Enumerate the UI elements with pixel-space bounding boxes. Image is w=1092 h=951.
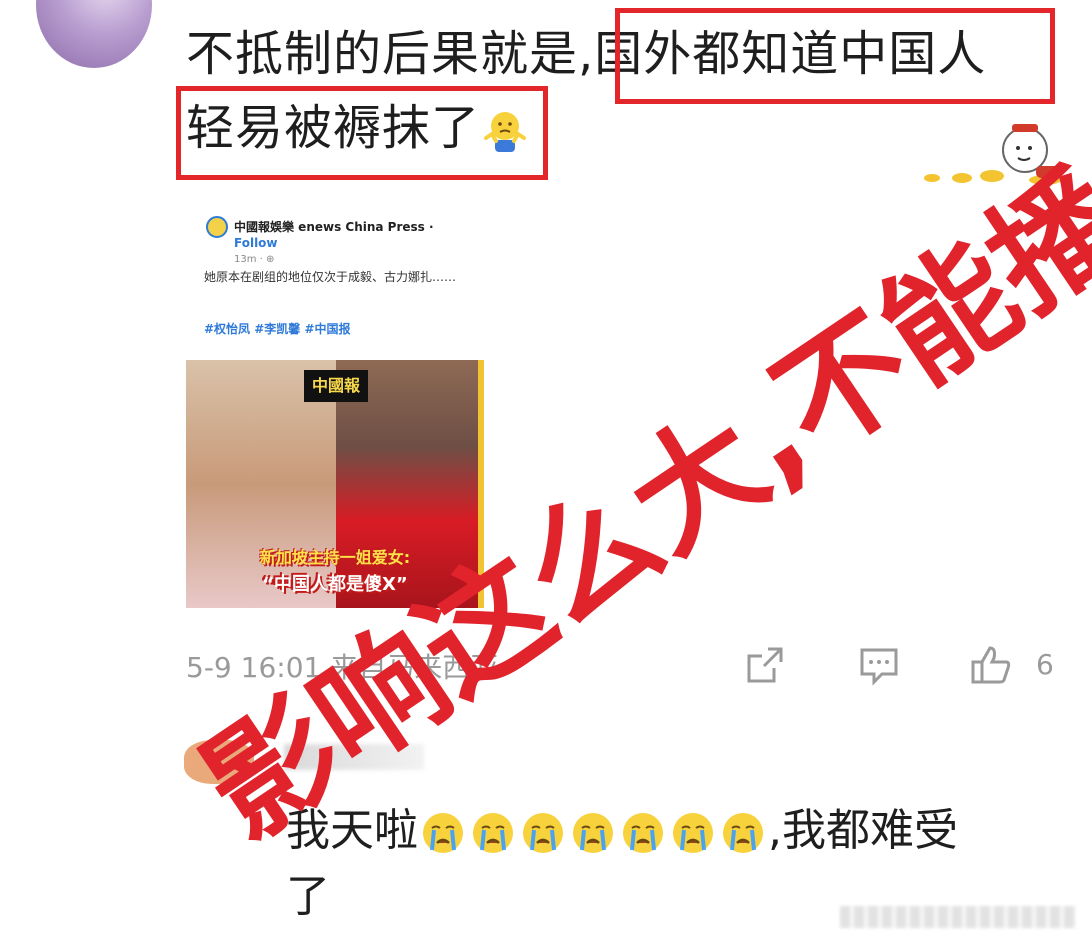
image-logo: 中國報 (304, 370, 368, 402)
reply-avatar[interactable] (184, 740, 254, 784)
crying-face-icon (423, 813, 463, 853)
highlight-box-2 (176, 86, 548, 180)
post-text: 她原本在剧组的地位仅次于成毅、古力娜扎…… (204, 270, 457, 284)
news-logo-icon (206, 216, 228, 238)
post-source-name: 中國報娛樂 enews China Press · (234, 220, 434, 234)
image-border (478, 360, 484, 608)
like-count: 6 (1036, 648, 1054, 681)
reply-text-line-1: 我天啦 ,我都难受 (286, 800, 958, 862)
blurred-footer (840, 906, 1076, 928)
crying-emoji-row (418, 805, 768, 856)
reply-text-line-2: 了 (286, 871, 330, 922)
post-time: 13m · ⊕ (234, 254, 275, 265)
mascot-sticker-icon (924, 124, 1062, 185)
comment-timestamp-location: 5-9 16:01 来自马来西亚 (186, 651, 499, 684)
reply-text-start: 我天啦 (286, 805, 418, 856)
reply-username-blurred (284, 744, 424, 770)
reply-text-end: ,我都难受 (768, 805, 958, 856)
follow-link[interactable]: Follow (234, 236, 278, 250)
image-caption-1: 新加坡主持一姐爱女: (259, 548, 411, 567)
commenter-avatar[interactable] (36, 0, 152, 68)
comment-icon[interactable] (858, 644, 900, 686)
crying-face-icon (523, 813, 563, 853)
image-caption-2: “中国人都是傻X” (262, 574, 408, 595)
crying-face-icon (673, 813, 713, 853)
comment-text-plain: 不抵制的后果就是, (186, 26, 595, 82)
share-icon[interactable] (744, 644, 786, 686)
crying-face-icon (573, 813, 613, 853)
post-hashtags[interactable]: #权怡凤 #李凯馨 #中国报 (204, 320, 464, 338)
highlight-box-1 (615, 8, 1055, 104)
crying-face-icon (623, 813, 663, 853)
crying-face-icon (723, 813, 763, 853)
embedded-post-screenshot[interactable]: 中國報娛樂 enews China Press · Follow 13m · ⊕… (186, 204, 486, 608)
post-image[interactable]: 中國報 新加坡主持一姐爱女: “中国人都是傻X” (186, 360, 484, 608)
crying-face-icon (473, 813, 513, 853)
thumbs-up-icon[interactable] (970, 644, 1012, 686)
